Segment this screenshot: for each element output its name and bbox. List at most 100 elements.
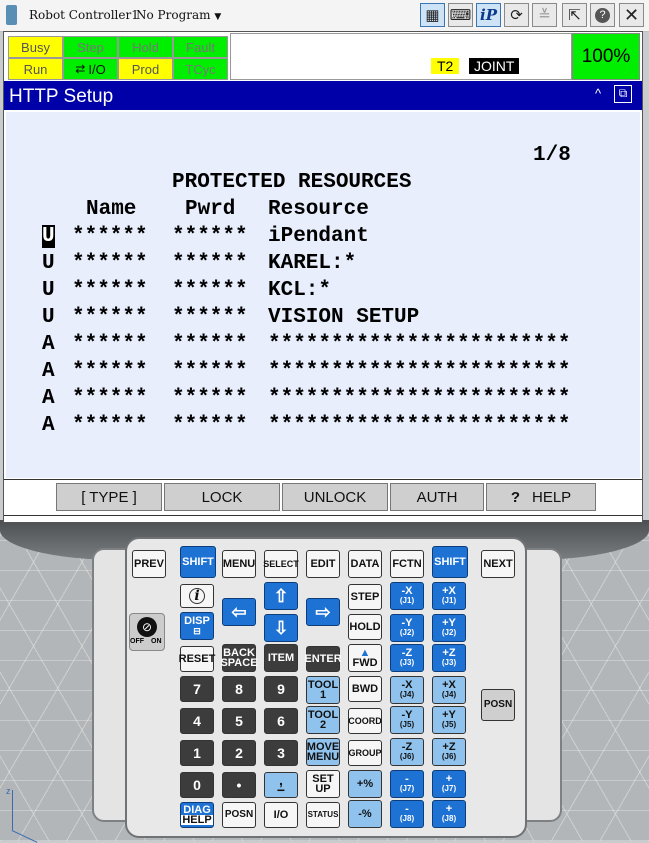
key-1[interactable]: 1 xyxy=(180,740,214,766)
key-3[interactable]: 3 xyxy=(264,740,298,766)
jog-minus-8-key[interactable]: - (J8) xyxy=(390,800,424,828)
item-key[interactable]: ITEM xyxy=(264,644,298,672)
minus-comma-key[interactable]: , − xyxy=(264,772,298,798)
jog-joint-label: (J4) xyxy=(399,690,415,699)
jog-axis-label: +X xyxy=(442,679,456,691)
key-0[interactable]: 0 xyxy=(180,772,214,798)
window-restore-icon[interactable]: ⧉ xyxy=(614,85,632,103)
plus-percent-key[interactable]: +% xyxy=(348,770,382,798)
f2-lock-button[interactable]: LOCK xyxy=(164,483,280,511)
program-selector[interactable]: No Program ▼ xyxy=(136,8,221,22)
row-resource: ************************ xyxy=(268,360,571,383)
status-busy: Busy xyxy=(8,36,63,58)
data-key[interactable]: DATA xyxy=(348,550,382,578)
menu-key[interactable]: MENU xyxy=(222,550,256,578)
f5-help-button[interactable]: ? HELP xyxy=(486,483,596,511)
enter-key[interactable]: ENTER xyxy=(304,646,342,672)
key-8[interactable]: 8 xyxy=(222,676,256,702)
disp-key[interactable]: DISP ⊟ xyxy=(180,612,214,640)
key-6[interactable]: 6 xyxy=(264,708,298,734)
shift-key-right[interactable]: SHIFT xyxy=(432,546,468,578)
jog-plus-4-key[interactable]: +X (J4) xyxy=(432,676,466,704)
fwd-label: FWD xyxy=(352,657,378,669)
jog-axis-label: +Z xyxy=(442,741,456,753)
jog-minus-2-key[interactable]: -Y (J2) xyxy=(390,614,424,642)
jog-joint-label: (J6) xyxy=(399,752,415,761)
right-arrow-key[interactable]: ⇨ xyxy=(306,598,340,626)
refresh-icon[interactable]: ⟳ xyxy=(504,3,529,27)
share-icon[interactable]: ⇱ xyxy=(562,3,587,27)
tool1-key[interactable]: TOOL 1 xyxy=(306,676,340,704)
step-key[interactable]: STEP xyxy=(348,584,382,610)
key-5[interactable]: 5 xyxy=(222,708,256,734)
jog-plus-3-key[interactable]: +Z (J3) xyxy=(432,644,466,672)
down-arrow-key[interactable]: ⇩ xyxy=(264,614,298,642)
edit-key[interactable]: EDIT xyxy=(306,550,340,578)
backspace-key[interactable]: BACK SPACE xyxy=(220,644,258,672)
jog-minus-3-key[interactable]: -Z (J3) xyxy=(390,644,424,672)
diag-help-key[interactable]: DIAG HELP xyxy=(180,802,214,828)
jog-axis-label: -Y xyxy=(401,709,413,721)
side-posn-button[interactable]: POSN xyxy=(481,689,515,721)
jog-plus-7-key[interactable]: + (J7) xyxy=(432,770,466,798)
f4-auth-button[interactable]: AUTH xyxy=(390,483,484,511)
bwd-key[interactable]: BWD xyxy=(348,676,382,702)
left-arrow-key[interactable]: ⇦ xyxy=(222,598,256,626)
pendant-view-icon[interactable]: ▦ xyxy=(420,3,445,27)
pendant-display: Busy Step Hold Fault Run ⇄ I/O Prod TCyc … xyxy=(3,31,643,523)
prev-key[interactable]: PREV xyxy=(132,550,166,578)
jog-minus-1-key[interactable]: -X (J1) xyxy=(390,582,424,610)
info-key[interactable]: i xyxy=(180,584,214,608)
keyboard-icon[interactable]: ⌨ xyxy=(448,3,473,27)
jog-plus-8-key[interactable]: + (J8) xyxy=(432,800,466,828)
chevron-up-icon[interactable]: ^ xyxy=(595,86,601,101)
row-flag: A xyxy=(42,387,55,410)
hold-key[interactable]: HOLD xyxy=(348,614,382,640)
key-4[interactable]: 4 xyxy=(180,708,214,734)
robot-arm-icon[interactable]: ≚ xyxy=(532,3,557,27)
group-key[interactable]: GROUP xyxy=(348,740,382,766)
next-key[interactable]: NEXT xyxy=(481,550,515,578)
f3-unlock-button[interactable]: UNLOCK xyxy=(282,483,388,511)
key-dot[interactable]: • xyxy=(222,772,256,798)
jog-minus-7-key[interactable]: - (J7) xyxy=(390,770,424,798)
select-key[interactable]: SELECT xyxy=(263,550,299,578)
move-menu-key[interactable]: MOVE MENU xyxy=(306,738,340,766)
tool1-number: 1 xyxy=(319,689,327,701)
row-name: ****** xyxy=(72,252,148,275)
title-bar: Robot Controller1 No Program ▼ ▦ ⌨ iP ⟳ … xyxy=(0,0,649,32)
f1-type-button[interactable]: [ TYPE ] xyxy=(56,483,162,511)
tool2-key[interactable]: TOOL 2 xyxy=(306,706,340,734)
key-2[interactable]: 2 xyxy=(222,740,256,766)
close-icon[interactable]: ✕ xyxy=(619,3,644,27)
jog-plus-6-key[interactable]: +Z (J6) xyxy=(432,738,466,766)
help-icon[interactable]: ? xyxy=(590,3,615,27)
jog-plus-5-key[interactable]: +Y (J5) xyxy=(432,706,466,734)
reset-key[interactable]: RESET xyxy=(179,646,215,672)
fctn-key[interactable]: FCTN xyxy=(390,550,424,578)
row-pwrd: ****** xyxy=(172,225,248,248)
setup-key[interactable]: SET UP xyxy=(306,770,340,798)
jog-plus-2-key[interactable]: +Y (J2) xyxy=(432,614,466,642)
jog-minus-6-key[interactable]: -Z (J6) xyxy=(390,738,424,766)
jog-plus-1-key[interactable]: +X (J1) xyxy=(432,582,466,610)
key-9[interactable]: 9 xyxy=(264,676,298,702)
row-flag: U xyxy=(42,225,55,248)
enable-switch[interactable]: ⊘ OFF ON xyxy=(129,613,165,651)
program-name: No Program xyxy=(136,8,211,22)
posn-key[interactable]: POSN xyxy=(222,802,256,828)
minus-percent-key[interactable]: -% xyxy=(348,800,382,828)
status-key[interactable]: STATUS xyxy=(306,802,340,828)
fwd-key[interactable]: ▲ FWD xyxy=(348,644,382,672)
jog-axis-label: -X xyxy=(401,585,413,597)
key-7[interactable]: 7 xyxy=(180,676,214,702)
shift-key-left[interactable]: SHIFT xyxy=(180,546,216,578)
up-arrow-key[interactable]: ⇧ xyxy=(264,582,298,610)
ipendant-icon[interactable]: iP xyxy=(476,3,501,27)
jog-minus-4-key[interactable]: -X (J4) xyxy=(390,676,424,704)
io-key[interactable]: I/O xyxy=(264,802,298,828)
jog-minus-5-key[interactable]: -Y (J5) xyxy=(390,706,424,734)
coord-key[interactable]: COORD xyxy=(348,708,382,734)
jog-axis-label: + xyxy=(445,803,453,815)
jog-joint-label: (J5) xyxy=(441,720,457,729)
